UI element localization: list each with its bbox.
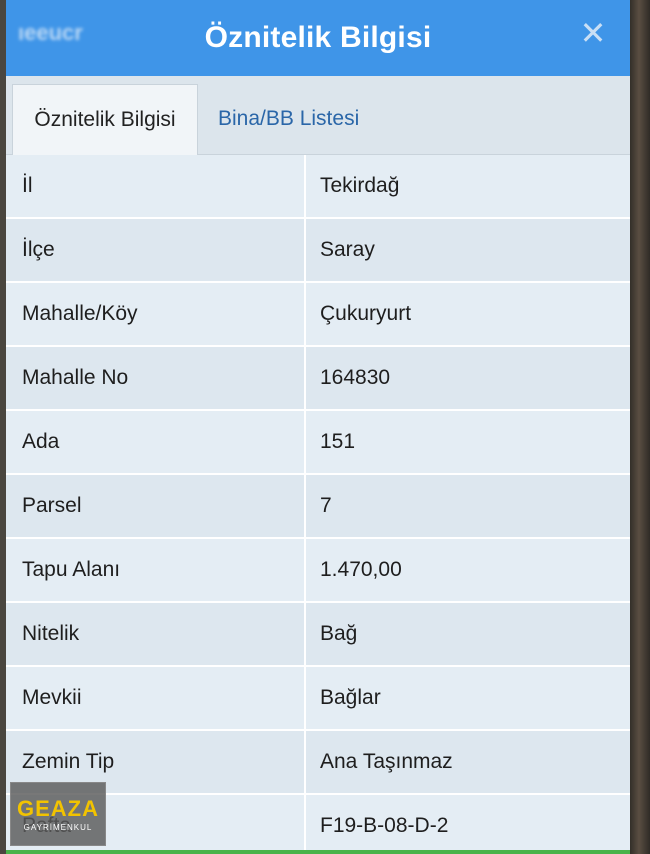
tab-attribute-info[interactable]: Öznitelik Bilgisi bbox=[12, 84, 198, 155]
row-value: Ana Taşınmaz bbox=[306, 731, 630, 793]
row-value: Tekirdağ bbox=[306, 155, 630, 217]
tab-building-list[interactable]: Bina/BB Listesi bbox=[218, 84, 359, 154]
row-value: 1.470,00 bbox=[306, 539, 630, 601]
table-row: İl Tekirdağ bbox=[6, 155, 630, 219]
row-value: Çukuryurt bbox=[306, 283, 630, 345]
table-row: Mahalle No 164830 bbox=[6, 347, 630, 411]
close-icon[interactable]: ✕ bbox=[578, 17, 608, 49]
table-row: Tapu Alanı 1.470,00 bbox=[6, 539, 630, 603]
row-key: İlçe bbox=[6, 219, 306, 281]
row-value: 151 bbox=[306, 411, 630, 473]
background-right bbox=[628, 0, 650, 854]
row-key: İl bbox=[6, 155, 306, 217]
watermark-logo: GEAZA GAYRİMENKUL bbox=[10, 782, 106, 846]
table-row: Mevkii Bağlar bbox=[6, 667, 630, 731]
row-value: F19-B-08-D-2 bbox=[306, 795, 630, 854]
dialog-title: Öznitelik Bilgisi bbox=[204, 21, 432, 54]
row-value: Bağlar bbox=[306, 667, 630, 729]
table-row: Parsel 7 bbox=[6, 475, 630, 539]
table-row: İlçe Saray bbox=[6, 219, 630, 283]
tab-bar: Öznitelik Bilgisi Bina/BB Listesi bbox=[6, 76, 630, 155]
row-key: Ada bbox=[6, 411, 306, 473]
row-key: Nitelik bbox=[6, 603, 306, 665]
table-row: Nitelik Bağ bbox=[6, 603, 630, 667]
row-value: Saray bbox=[306, 219, 630, 281]
row-key: Mahalle/Köy bbox=[6, 283, 306, 345]
blurred-header-text: ıeeucr bbox=[18, 20, 83, 45]
row-value: Bağ bbox=[306, 603, 630, 665]
logo-main-text: GEAZA bbox=[17, 796, 99, 821]
row-value: 164830 bbox=[306, 347, 630, 409]
table-row: Mahalle/Köy Çukuryurt bbox=[6, 283, 630, 347]
bottom-accent-line bbox=[6, 850, 630, 854]
attribute-table: İl Tekirdağ İlçe Saray Mahalle/Köy Çukur… bbox=[6, 155, 630, 854]
dialog-title-bar: ıeeucr Öznitelik Bilgisi ✕ bbox=[6, 0, 630, 76]
row-key: Mahalle No bbox=[6, 347, 306, 409]
row-key: Parsel bbox=[6, 475, 306, 537]
table-row: Ada 151 bbox=[6, 411, 630, 475]
row-key: Mevkii bbox=[6, 667, 306, 729]
row-value: 7 bbox=[306, 475, 630, 537]
row-key: Tapu Alanı bbox=[6, 539, 306, 601]
logo-sub-text: GAYRİMENKUL bbox=[23, 823, 93, 832]
attribute-info-dialog: ıeeucr Öznitelik Bilgisi ✕ Öznitelik Bil… bbox=[6, 0, 630, 854]
